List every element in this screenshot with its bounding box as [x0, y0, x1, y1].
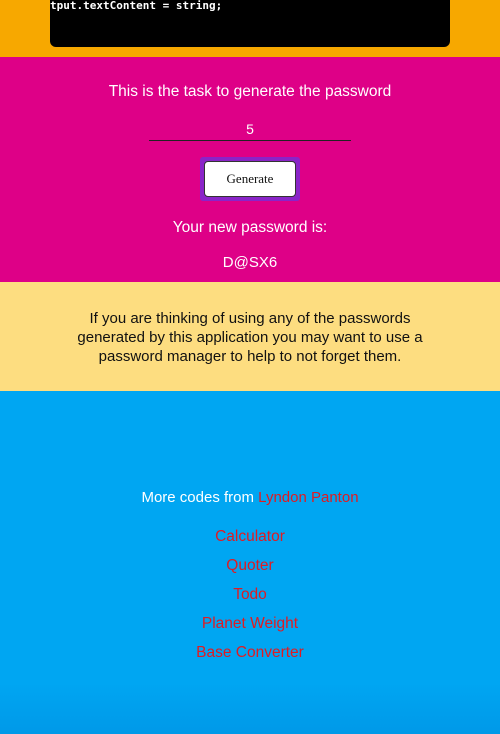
link-base-converter[interactable]: Base Converter	[0, 638, 500, 667]
more-codes-prefix: More codes from	[141, 489, 254, 506]
code-snippet-box: tput.textContent = string;	[50, 0, 450, 47]
generated-password: D@SX6	[222, 254, 278, 271]
task-title: This is the task to generate the passwor…	[108, 83, 392, 100]
password-manager-notice: If you are thinking of using any of the …	[0, 282, 500, 391]
new-password-label: Your new password is:	[172, 219, 328, 236]
project-links: Calculator Quoter Todo Planet Weight Bas…	[0, 522, 500, 667]
generate-button-frame: Generate	[200, 157, 300, 201]
link-quoter[interactable]: Quoter	[0, 551, 500, 580]
link-planet-weight[interactable]: Planet Weight	[0, 609, 500, 638]
password-length-input[interactable]	[149, 118, 351, 141]
password-generator-section: This is the task to generate the passwor…	[0, 57, 500, 282]
code-header-section: tput.textContent = string;	[0, 0, 500, 57]
link-calculator[interactable]: Calculator	[0, 522, 500, 551]
more-codes-section: More codes from Lyndon Panton Calculator…	[0, 391, 500, 734]
generate-button[interactable]: Generate	[204, 161, 296, 197]
code-line: tput.textContent = string;	[50, 0, 223, 12]
notice-text: If you are thinking of using any of the …	[77, 310, 423, 365]
link-todo[interactable]: Todo	[0, 580, 500, 609]
more-codes-line: More codes from Lyndon Panton	[0, 489, 500, 506]
author-link[interactable]: Lyndon Panton	[258, 489, 358, 506]
